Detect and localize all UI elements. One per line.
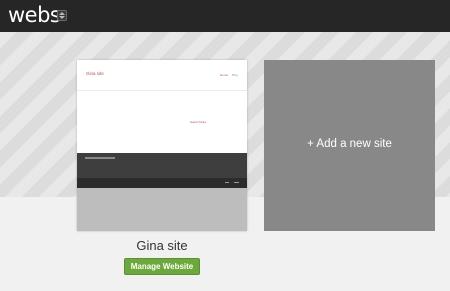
webs-logo[interactable]: webs: [8, 3, 61, 27]
thumbnail-nav-blog: Blog: [232, 73, 239, 77]
thumbnail-footer: [77, 178, 247, 188]
site-thumbnail[interactable]: Gina site Home Blog Search Foldes: [77, 60, 247, 231]
site-switcher-button[interactable]: [57, 10, 67, 21]
site-name: Gina site: [136, 238, 188, 253]
add-new-site-label: + Add a new site: [307, 138, 392, 150]
thumbnail-footer-link: [234, 182, 239, 183]
thumbnail-header: Gina site Home Blog: [77, 60, 247, 91]
thumbnail-site-title: Gina site: [86, 71, 104, 76]
updown-caret-icon: [59, 12, 65, 19]
top-bar: webs: [0, 0, 450, 32]
thumbnail-badge: Search Foldes: [190, 121, 207, 124]
thumbnail-nav-home: Home: [220, 73, 229, 77]
thumbnail-dark-text: [85, 157, 115, 159]
thumbnail-dark-band: [77, 153, 247, 178]
thumbnail-body: Search Foldes: [77, 91, 247, 153]
manage-website-button[interactable]: Manage Website: [124, 258, 200, 275]
add-new-site-card[interactable]: + Add a new site: [264, 60, 435, 231]
thumbnail-footer-link: [225, 182, 229, 183]
